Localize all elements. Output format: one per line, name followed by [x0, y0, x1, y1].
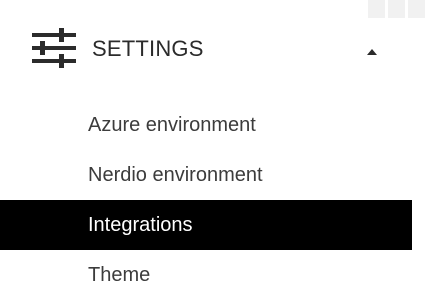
settings-section-header[interactable]: SETTINGS — [0, 26, 425, 82]
submenu-item-integrations[interactable]: Integrations — [0, 200, 412, 250]
sliders-icon — [30, 26, 78, 70]
submenu-item-label: Theme — [88, 263, 151, 286]
settings-submenu: Azure environment Nerdio environment Int… — [0, 100, 425, 300]
top-right-tab-strip — [355, 0, 425, 18]
top-right-tab — [368, 0, 385, 18]
submenu-item-azure-environment[interactable]: Azure environment — [0, 100, 425, 150]
submenu-item-nerdio-environment[interactable]: Nerdio environment — [0, 150, 425, 200]
submenu-item-theme[interactable]: Theme — [0, 250, 425, 300]
settings-section-title: SETTINGS — [92, 36, 204, 61]
caret-up-icon[interactable] — [366, 43, 378, 55]
submenu-item-label: Nerdio environment — [88, 163, 263, 186]
submenu-item-label: Integrations — [88, 213, 193, 236]
submenu-item-label: Azure environment — [88, 113, 256, 136]
top-right-tab — [408, 0, 425, 18]
settings-menu-panel: SETTINGS Azure environment Nerdio enviro… — [0, 0, 425, 303]
top-right-tab — [388, 0, 405, 18]
